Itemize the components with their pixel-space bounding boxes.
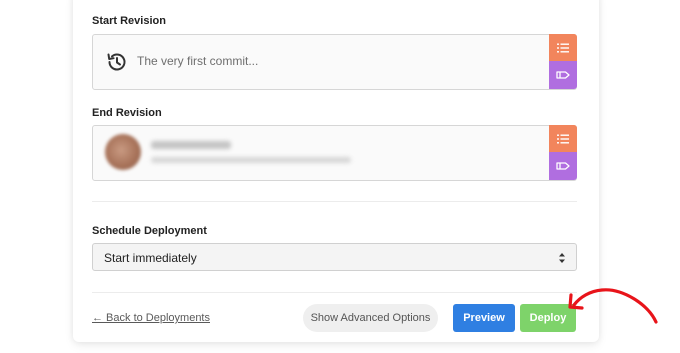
preview-button[interactable]: Preview bbox=[453, 304, 515, 332]
back-to-deployments-link[interactable]: ← Back to Deployments bbox=[92, 312, 210, 324]
list-icon bbox=[557, 43, 569, 52]
schedule-select[interactable]: Start immediately bbox=[92, 243, 577, 271]
footer-divider bbox=[92, 292, 577, 293]
show-advanced-options-button[interactable]: Show Advanced Options bbox=[303, 304, 438, 332]
end-revision-field[interactable] bbox=[92, 125, 577, 181]
tag-icon bbox=[556, 162, 570, 170]
end-revision-label: End Revision bbox=[92, 107, 162, 119]
end-revision-tag-button[interactable] bbox=[549, 152, 577, 180]
blurred-author-name bbox=[151, 141, 231, 149]
list-icon bbox=[557, 134, 569, 143]
schedule-select-value: Start immediately bbox=[104, 251, 197, 265]
deploy-button[interactable]: Deploy bbox=[520, 304, 576, 332]
tag-icon bbox=[556, 71, 570, 79]
start-revision-tag-button[interactable] bbox=[549, 61, 577, 89]
blurred-commit-meta bbox=[151, 157, 351, 163]
start-revision-list-button[interactable] bbox=[549, 34, 577, 61]
select-arrows-icon bbox=[559, 253, 565, 263]
start-revision-placeholder: The very first commit... bbox=[137, 54, 259, 68]
avatar bbox=[105, 134, 141, 170]
history-icon bbox=[107, 53, 126, 71]
section-divider bbox=[92, 201, 577, 202]
start-revision-field[interactable]: The very first commit... bbox=[92, 34, 577, 90]
start-revision-label: Start Revision bbox=[92, 15, 166, 27]
schedule-deployment-label: Schedule Deployment bbox=[92, 225, 207, 237]
end-revision-list-button[interactable] bbox=[549, 125, 577, 152]
